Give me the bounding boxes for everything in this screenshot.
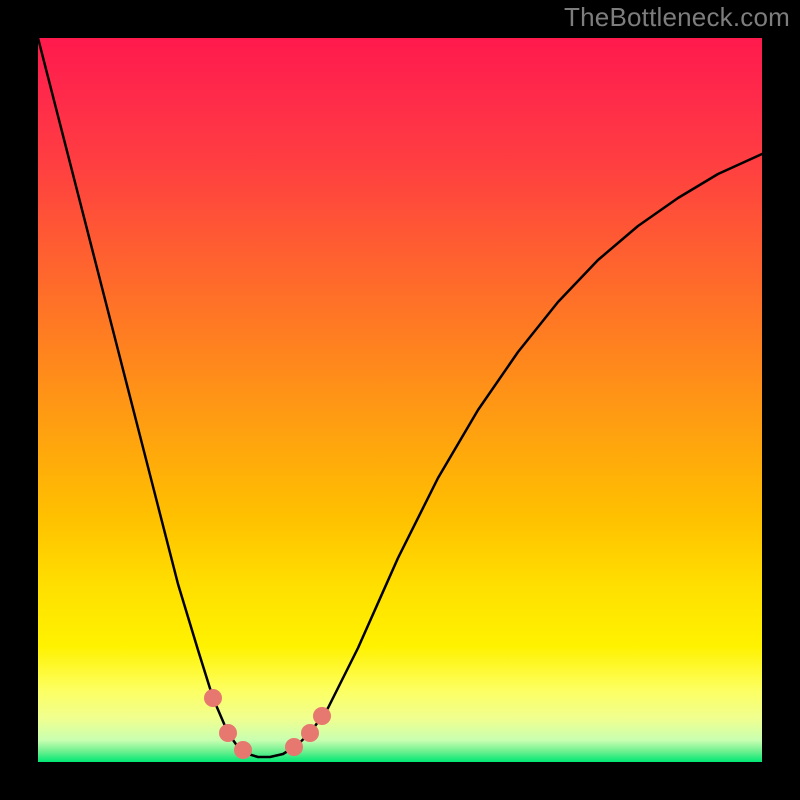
watermark-label: TheBottleneck.com <box>564 2 790 33</box>
curve-marker <box>219 724 237 742</box>
curve-marker <box>301 724 319 742</box>
curve-marker <box>204 689 222 707</box>
chart-frame <box>38 38 762 762</box>
chart-svg <box>38 38 762 762</box>
bottleneck-curve <box>38 38 762 757</box>
curve-marker <box>234 741 252 759</box>
curve-marker <box>313 707 331 725</box>
curve-marker <box>285 738 303 756</box>
